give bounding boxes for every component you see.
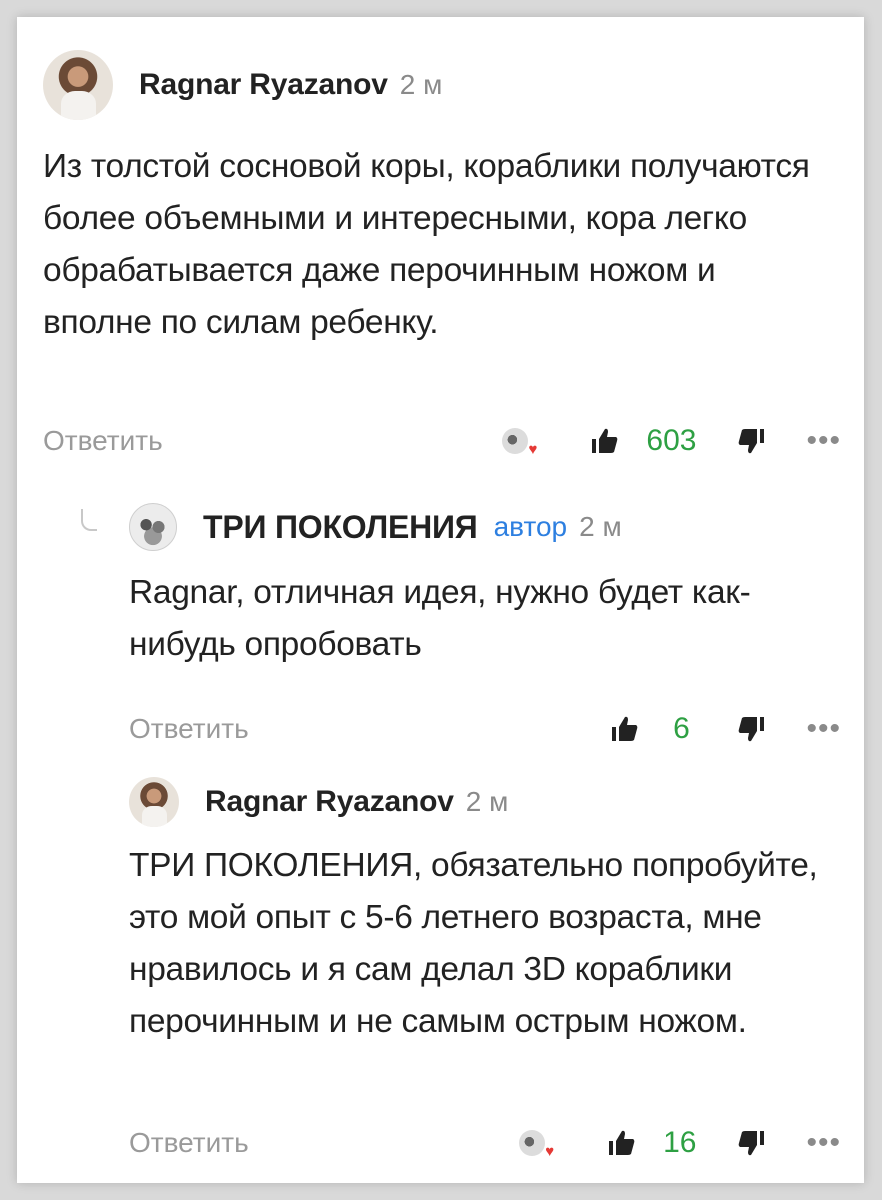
comment-actions: Ответить 6 ••• bbox=[129, 707, 843, 751]
comment-2: ТРИ ПОКОЛЕНИЯ автор 2 м Ragnar, отличная… bbox=[129, 491, 843, 745]
thread-connector bbox=[81, 509, 97, 531]
comment-time: 2 м bbox=[579, 511, 622, 542]
comment-text: Из толстой сосновой коры, кораблики полу… bbox=[43, 148, 810, 341]
comments-card: Ragnar Ryazanov 2 м Из толстой сосновой … bbox=[17, 17, 864, 1183]
comment-time: 2 м bbox=[399, 69, 443, 100]
author-name[interactable]: Ragnar Ryazanov bbox=[205, 785, 454, 819]
thumb-down-icon[interactable] bbox=[736, 426, 766, 456]
comment-text: Ragnar, отличная идея, нужно будет как-н… bbox=[129, 574, 751, 663]
like-count: 16 bbox=[663, 1126, 697, 1159]
author-name[interactable]: Ragnar Ryazanov bbox=[139, 68, 388, 102]
more-options-icon[interactable]: ••• bbox=[806, 714, 841, 744]
comment-text: ТРИ ПОКОЛЕНИЯ, обязательно попробуйте, э… bbox=[129, 847, 818, 1040]
more-options-icon[interactable]: ••• bbox=[806, 1128, 841, 1158]
heart-icon: ♥ bbox=[528, 441, 538, 458]
author-avatar[interactable] bbox=[129, 503, 177, 551]
reply-button[interactable]: Ответить bbox=[129, 713, 249, 745]
comment-header: ТРИ ПОКОЛЕНИЯ автор 2 м bbox=[129, 491, 843, 563]
author-avatar[interactable] bbox=[129, 777, 179, 827]
heart-icon: ♥ bbox=[545, 1143, 555, 1160]
comment-1: Ragnar Ryazanov 2 м Из толстой сосновой … bbox=[43, 49, 843, 457]
comment-actions: Ответить ♥ 603 ••• bbox=[43, 419, 843, 463]
comment-actions: Ответить ♥ 16 ••• bbox=[129, 1121, 843, 1165]
thumb-up-icon[interactable] bbox=[610, 714, 640, 744]
more-options-icon[interactable]: ••• bbox=[806, 426, 841, 456]
thumb-up-icon[interactable] bbox=[607, 1128, 637, 1158]
author-name[interactable]: ТРИ ПОКОЛЕНИЯ bbox=[203, 509, 478, 546]
author-liked-icon: ♥ bbox=[502, 428, 537, 457]
reply-button[interactable]: Ответить bbox=[43, 425, 163, 457]
reply-button[interactable]: Ответить bbox=[129, 1127, 249, 1159]
comment-header: Ragnar Ryazanov 2 м bbox=[129, 766, 843, 838]
like-count: 6 bbox=[673, 712, 690, 745]
like-count: 603 bbox=[646, 424, 697, 457]
thumb-down-icon[interactable] bbox=[736, 1128, 766, 1158]
author-liked-icon: ♥ bbox=[519, 1130, 554, 1159]
thumb-down-icon[interactable] bbox=[736, 714, 766, 744]
comment-3: Ragnar Ryazanov 2 м ТРИ ПОКОЛЕНИЯ, обяза… bbox=[129, 766, 843, 1159]
comment-header: Ragnar Ryazanov 2 м bbox=[43, 49, 843, 121]
author-badge: автор bbox=[493, 511, 568, 542]
thumb-up-icon[interactable] bbox=[590, 426, 620, 456]
author-avatar[interactable] bbox=[43, 50, 113, 120]
comment-time: 2 м bbox=[465, 786, 509, 817]
